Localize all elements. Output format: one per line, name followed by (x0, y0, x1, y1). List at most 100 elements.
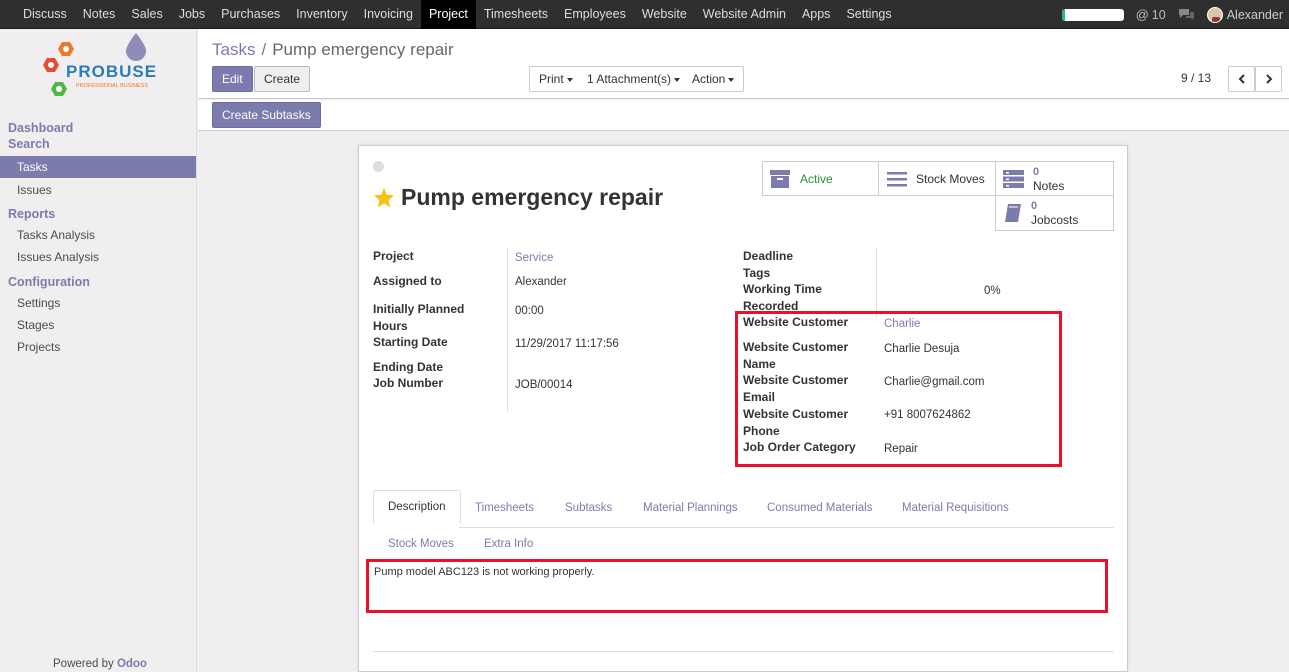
at-icon: @ (1135, 7, 1149, 22)
tab-consumed-materials[interactable]: Consumed Materials (767, 502, 872, 514)
menu-sales[interactable]: Sales (123, 0, 170, 29)
caret-down-icon (674, 77, 681, 82)
sidebar-heading-dashboard[interactable]: Dashboard (0, 120, 196, 136)
tab-subtasks[interactable]: Subtasks (565, 502, 612, 514)
print-dropdown[interactable]: Print (529, 66, 583, 92)
svg-text:PROFESSIONAL BUSINESS: PROFESSIONAL BUSINESS (76, 83, 148, 89)
chevron-left-icon (1238, 74, 1245, 84)
menu-project[interactable]: Project (420, 0, 476, 29)
planned-hours-label-line1: Initially Planned (373, 302, 465, 316)
company-logo[interactable]: PROBUSE PROFESSIONAL BUSINESS (0, 29, 197, 107)
sidebar-item-tasks-analysis[interactable]: Tasks Analysis (0, 224, 196, 246)
chevron-right-icon (1265, 74, 1272, 84)
notes-stack-icon (1003, 169, 1024, 188)
breadcrumb-current: Pump emergency repair (272, 40, 454, 59)
job-number-label: Job Number (373, 376, 444, 390)
sidebar-item-issues-analysis[interactable]: Issues Analysis (0, 246, 196, 268)
working-time-value: 0% (984, 285, 1001, 297)
tab-description[interactable]: Description (373, 490, 461, 524)
caret-down-icon (728, 77, 735, 82)
tab-timesheets[interactable]: Timesheets (475, 502, 534, 514)
create-subtasks-button[interactable]: Create Subtasks (212, 102, 321, 128)
caret-down-icon (566, 77, 573, 82)
working-time-label: Working Time Recorded (743, 281, 822, 314)
menu-inventory[interactable]: Inventory (288, 0, 355, 29)
breadcrumb-tasks[interactable]: Tasks (212, 40, 255, 59)
menu-apps[interactable]: Apps (794, 0, 839, 29)
onboarding-progress-bar[interactable] (1061, 8, 1124, 21)
powered-by-text: Powered by (53, 658, 114, 670)
attachments-label: 1 Attachment(s) (587, 72, 672, 86)
sheet-bottom-divider (373, 651, 1114, 652)
starting-date-value[interactable]: 11/29/2017 11:17:56 (515, 338, 619, 350)
user-menu[interactable]: Alexander (1206, 6, 1283, 23)
list-icon (887, 171, 907, 186)
tab-material-plannings[interactable]: Material Plannings (643, 502, 738, 514)
jobcosts-button[interactable]: 0 Jobcosts (995, 195, 1114, 231)
menu-settings[interactable]: Settings (838, 0, 899, 29)
user-avatar (1206, 6, 1223, 23)
kanban-state-indicator[interactable] (373, 161, 384, 172)
powered-by[interactable]: Powered by Odoo (53, 658, 147, 670)
menu-purchases[interactable]: Purchases (213, 0, 288, 29)
notes-label: Notes (1033, 178, 1065, 193)
menu-website-admin[interactable]: Website Admin (695, 0, 794, 29)
right-column-divider (876, 248, 877, 318)
menu-notes[interactable]: Notes (75, 0, 124, 29)
action-label: Action (692, 72, 726, 86)
menu-website[interactable]: Website (634, 0, 695, 29)
jobcosts-text: 0 Jobcosts (1031, 199, 1078, 227)
pager-previous-button[interactable] (1228, 66, 1255, 92)
notes-count: 0 (1033, 165, 1040, 178)
sidebar-heading-reports[interactable]: Reports (0, 206, 196, 222)
starting-date-label: Starting Date (373, 335, 448, 349)
sidebar-item-projects[interactable]: Projects (0, 336, 196, 358)
planned-hours-label-line2: Hours (373, 318, 408, 333)
project-value[interactable]: Service (515, 252, 553, 264)
assigned-to-value[interactable]: Alexander (515, 276, 567, 288)
chat-bubbles-icon[interactable] (1178, 8, 1195, 21)
menu-employees[interactable]: Employees (556, 0, 634, 29)
tab-material-requisitions[interactable]: Material Requisitions (902, 502, 1009, 514)
star-icon[interactable] (373, 187, 395, 208)
active-toggle-button[interactable]: Active (762, 161, 879, 196)
pager-next-button[interactable] (1255, 66, 1282, 92)
working-time-label-line1: Working Time (743, 282, 822, 296)
svg-text:PROBUSE: PROBUSE (66, 62, 157, 81)
sidebar-item-settings[interactable]: Settings (0, 292, 196, 314)
menu-discuss[interactable]: Discuss (15, 0, 75, 29)
menu-invoicing[interactable]: Invoicing (356, 0, 421, 29)
control-panel: Tasks / Pump emergency repair Edit Create … (198, 29, 1289, 99)
notes-button[interactable]: 0 Notes (995, 161, 1114, 196)
form-sheet: Pump emergency repair Active Stock Moves… (358, 145, 1128, 672)
book-icon (1005, 204, 1021, 222)
attachments-dropdown[interactable]: 1 Attachment(s) (578, 66, 691, 92)
tab-extra-info[interactable]: Extra Info (484, 538, 533, 550)
job-number-value: JOB/00014 (515, 379, 573, 391)
probuse-logo-graphic: PROBUSE PROFESSIONAL BUSINESS (43, 33, 157, 96)
planned-hours-value[interactable]: 00:00 (515, 305, 544, 317)
systray: @ 10 Alexander (1061, 0, 1283, 29)
create-button[interactable]: Create (254, 66, 311, 92)
odoo-brand: Odoo (116, 658, 147, 670)
action-dropdown[interactable]: Action (683, 66, 745, 92)
sidebar-item-tasks[interactable]: Tasks (0, 156, 196, 178)
project-label: Project (373, 249, 414, 263)
print-label: Print (539, 72, 564, 86)
tab-stock-moves[interactable]: Stock Moves (388, 538, 454, 550)
sidebar-heading-configuration[interactable]: Configuration (0, 274, 196, 290)
planned-hours-label: Initially Planned Hours (373, 301, 464, 334)
customer-fields-highlight (735, 311, 1062, 467)
menu-jobs[interactable]: Jobs (171, 0, 213, 29)
stock-moves-button[interactable]: Stock Moves (878, 161, 996, 196)
sidebar-item-stages[interactable]: Stages (0, 314, 196, 336)
mentions-counter[interactable]: @ 10 (1136, 7, 1166, 22)
progress-fill (1061, 8, 1066, 21)
form-statusbar: Create Subtasks (198, 100, 1289, 131)
edit-button[interactable]: Edit (212, 66, 253, 92)
sidebar-heading-search[interactable]: Search (0, 136, 196, 152)
sidebar-item-issues[interactable]: Issues (0, 179, 196, 201)
user-name: Alexander (1226, 7, 1283, 22)
menu-timesheets[interactable]: Timesheets (476, 0, 556, 29)
left-column-divider (507, 248, 508, 411)
